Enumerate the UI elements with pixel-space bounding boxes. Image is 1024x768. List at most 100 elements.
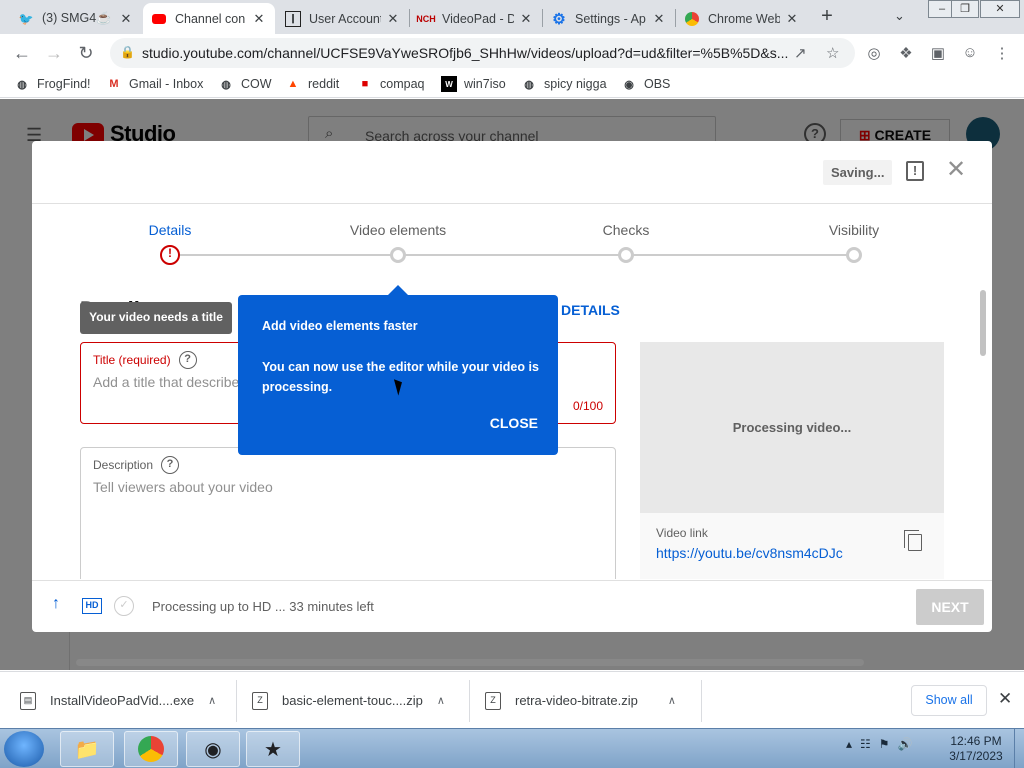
twitter-icon: 🐦 [18,11,34,26]
windows-taskbar: 📁 ◉ ★ ▴ ☷ ⚑ 🔊 12:46 PM 3/17/2023 [0,728,1024,768]
address-bar[interactable]: 🔒 studio.youtube.com/channel/UCFSE9VaYwe… [110,38,855,68]
upload-stepper: Details Video elements Checks Visibility… [32,205,992,275]
download-separator [701,680,702,722]
horizontal-scrollbar[interactable] [76,659,864,666]
popover-close-button[interactable]: CLOSE [490,415,538,431]
side-panel-icon[interactable]: ▣ [928,44,948,64]
help-question-icon[interactable]: ? [178,351,197,369]
show-desktop-button[interactable] [1014,729,1024,768]
network-icon[interactable]: ☷ [860,737,871,751]
tab-settings[interactable]: ⚙ Settings - Ap ✕ [543,3,675,34]
description-placeholder[interactable]: Tell viewers about your video [93,479,273,495]
description-field-label: Description? [93,456,180,474]
bookmark-spicy[interactable]: ◍ spicy nigga [521,76,607,92]
url-text[interactable]: studio.youtube.com/channel/UCFSE9VaYweSR… [142,45,790,61]
reload-button[interactable]: ↻ [75,42,97,64]
close-tab-icon[interactable]: ✕ [784,11,800,27]
taskbar-clock[interactable]: 12:46 PM 3/17/2023 [944,734,1008,764]
bookmark-win7iso[interactable]: Wwin7iso [441,76,506,92]
extension-icon[interactable]: ◎ [864,44,884,64]
window-close-button[interactable]: ✕ [980,0,1020,18]
extensions-puzzle-icon[interactable]: ❖ [896,44,916,64]
title-field-label: Title (required)? [93,351,197,369]
tray-chevron-icon[interactable]: ▴ [846,737,852,751]
reddit-icon: ▲ [287,78,299,90]
bookmark-compaq[interactable]: ■ compaq [357,76,425,92]
tab-search-chevron-icon[interactable]: ⌄ [894,8,905,24]
browser-toolbar: ← → ↻ 🔒 studio.youtube.com/channel/UCFSE… [0,34,1024,72]
github-icon: ◉ [624,78,634,91]
download-item[interactable]: Z basic-element-touc....zip ∧ [252,672,445,729]
videopad-taskbar-icon[interactable]: ★ [246,731,300,767]
tab-label: User Account [309,11,381,26]
chevron-up-icon[interactable]: ∧ [208,694,216,707]
bookmark-obs[interactable]: ◉ OBS [621,76,670,92]
back-button[interactable]: ← [11,42,33,64]
video-link[interactable]: https://youtu.be/cv8nsm4cDJc [656,545,843,561]
bookmark-reddit[interactable]: ▲ reddit [285,76,340,92]
tab-strip: 🐦 (3) SMG4☕ ✕ Channel con ✕ ❙ User Accou… [0,0,1024,34]
step-visibility-dot[interactable] [846,247,862,263]
step-details-error-icon[interactable]: ! [160,245,180,265]
chrome-taskbar-icon[interactable] [124,731,178,767]
tab-channel-content[interactable]: Channel con ✕ [143,3,275,34]
next-button[interactable]: NEXT [916,589,984,625]
tab-twitter[interactable]: 🐦 (3) SMG4☕ ✕ [10,3,142,34]
close-downloads-icon[interactable]: ✕ [998,689,1012,709]
zip-file-icon: Z [485,691,501,710]
close-tab-icon[interactable]: ✕ [518,11,534,27]
explorer-taskbar-icon[interactable]: 📁 [60,731,114,767]
bookmark-gmail[interactable]: M Gmail - Inbox [106,76,203,92]
lock-icon[interactable]: 🔒 [120,45,135,59]
show-all-downloads-button[interactable]: Show all [911,685,987,716]
download-item[interactable]: Z retra-video-bitrate.zip ∧ [485,672,676,729]
close-tab-icon[interactable]: ✕ [251,11,267,27]
step-video-elements-label[interactable]: Video elements [350,222,446,238]
step-details-label[interactable]: Details [149,222,192,238]
tab-chrome-web-store[interactable]: Chrome Web ✕ [676,3,808,34]
bookmark-label: compaq [380,77,425,91]
download-item[interactable]: ▤ InstallVideoPadVid....exe ∧ [20,672,216,729]
archive-icon: ❙ [285,10,301,27]
close-tab-icon[interactable]: ✕ [651,11,667,27]
feedback-icon[interactable]: ! [906,161,924,181]
upload-arrow-icon: ↑ [52,595,60,612]
close-dialog-icon[interactable]: ✕ [944,158,968,182]
description-field[interactable]: Description? Tell viewers about your vid… [80,447,616,579]
share-icon[interactable]: ↗ [794,44,807,62]
reuse-details-link[interactable]: DETAILS [561,302,620,318]
flag-icon[interactable]: ⚑ [879,737,890,751]
volume-icon[interactable]: 🔊 [898,737,913,751]
dialog-scrollbar-thumb[interactable] [980,290,986,356]
step-video-elements-dot[interactable] [390,247,406,263]
app-taskbar-icon[interactable]: ◉ [186,731,240,767]
step-visibility-label[interactable]: Visibility [829,222,879,238]
globe-icon: ◍ [17,78,27,91]
chevron-up-icon[interactable]: ∧ [437,694,445,707]
menu-kebab-icon[interactable]: ⋮ [992,44,1012,64]
tab-videopad[interactable]: NCH VideoPad - D ✕ [410,3,542,34]
bookmark-label: spicy nigga [544,77,607,91]
step-checks-dot[interactable] [618,247,634,263]
bookmark-cow[interactable]: ◍ COW [218,76,271,92]
start-button[interactable] [4,731,44,767]
close-tab-icon[interactable]: ✕ [385,11,401,27]
new-tab-button[interactable]: + [815,5,839,29]
globe-icon: ◍ [524,78,534,91]
bookmark-star-icon[interactable]: ☆ [826,44,839,62]
tab-user-account[interactable]: ❙ User Account ✕ [277,3,409,34]
installer-file-icon: ▤ [20,691,36,710]
close-tab-icon[interactable]: ✕ [118,11,134,27]
profile-icon[interactable]: ☺ [960,44,980,64]
chrome-web-store-icon [684,11,700,27]
bookmark-frogfind[interactable]: ◍ FrogFind! [14,76,90,92]
copy-icon[interactable] [904,530,922,551]
chevron-up-icon[interactable]: ∧ [668,694,676,707]
restore-button[interactable]: ❐ [951,0,979,18]
download-filename: retra-video-bitrate.zip [515,693,638,708]
step-checks-label[interactable]: Checks [603,222,650,238]
forward-button[interactable]: → [43,42,65,64]
tab-label: (3) SMG4☕ [42,11,112,25]
w-icon: W [441,76,457,92]
help-question-icon[interactable]: ? [161,456,180,474]
